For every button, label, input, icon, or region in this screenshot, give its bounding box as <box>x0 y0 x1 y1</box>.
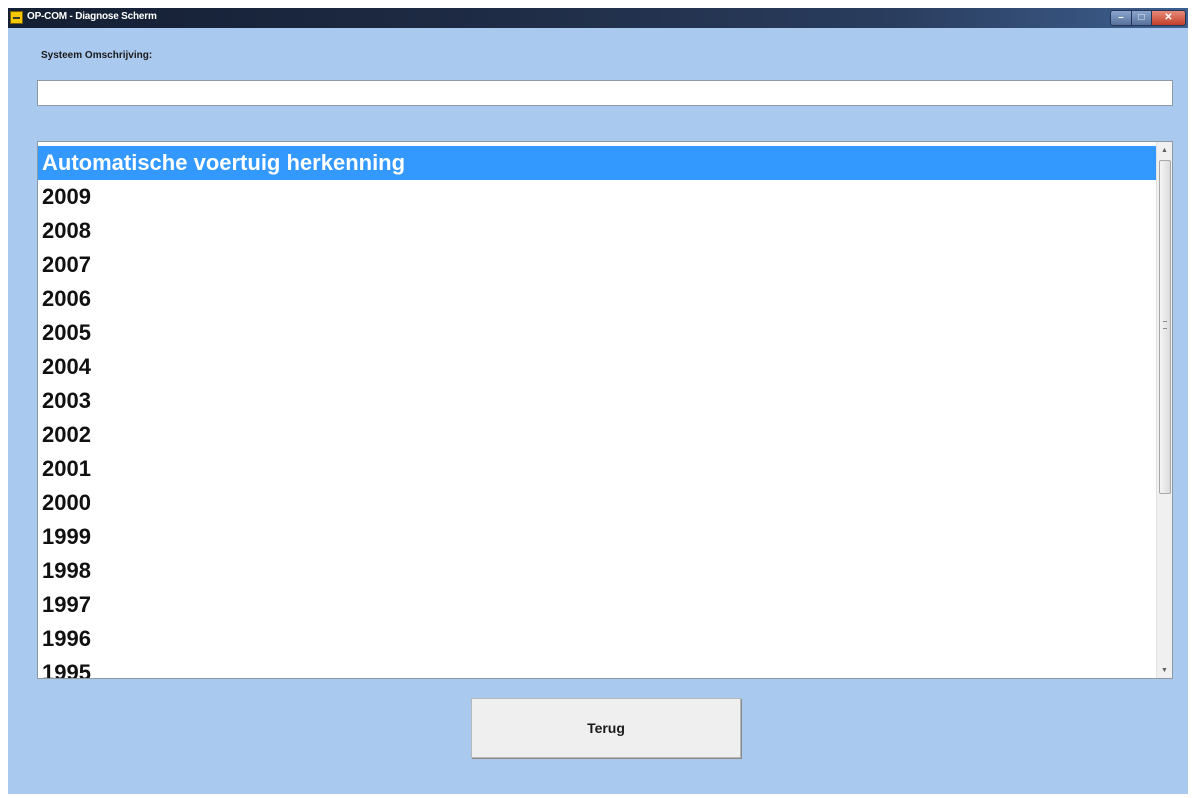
window-controls: – □ ✕ <box>1110 10 1186 26</box>
list-item-year[interactable]: 1996 <box>38 622 1156 656</box>
list-item-year[interactable]: 2000 <box>38 486 1156 520</box>
system-description-label: Systeem Omschrijving: <box>41 50 153 61</box>
arrow-down-icon: ▼ <box>1161 666 1168 674</box>
model-year-list[interactable]: Automatische voertuig herkenning 2009 2008… <box>38 146 1156 678</box>
maximize-icon: □ <box>1138 12 1145 23</box>
close-icon: ✕ <box>1164 12 1173 23</box>
list-item-year[interactable]: 2005 <box>38 316 1156 350</box>
close-button[interactable]: ✕ <box>1152 10 1186 26</box>
list-item-year[interactable]: 1998 <box>38 554 1156 588</box>
list-item-year[interactable]: 2006 <box>38 282 1156 316</box>
list-item-year[interactable]: 1997 <box>38 588 1156 622</box>
list-item-year[interactable]: 1999 <box>38 520 1156 554</box>
minimize-button[interactable]: – <box>1110 10 1132 26</box>
list-scrollbar[interactable]: ▲ ▼ <box>1156 142 1172 678</box>
list-item-year[interactable]: 2001 <box>38 452 1156 486</box>
list-item-auto-detect[interactable]: Automatische voertuig herkenning <box>38 146 1156 180</box>
window-title: OP-COM - Diagnose Scherm <box>27 11 157 22</box>
diagnose-window: OP-COM - Diagnose Scherm – □ ✕ Systeem O… <box>8 8 1188 794</box>
list-item-year[interactable]: 1995 <box>38 656 1156 678</box>
list-item-year[interactable]: 2004 <box>38 350 1156 384</box>
arrow-up-icon: ▲ <box>1161 146 1168 154</box>
list-item-year[interactable]: 2009 <box>38 180 1156 214</box>
list-item-year[interactable]: 2007 <box>38 248 1156 282</box>
back-button[interactable]: Terug <box>471 698 741 758</box>
model-year-listbox[interactable]: Automatische voertuig herkenning 2009 2008… <box>37 141 1173 679</box>
scroll-thumb[interactable] <box>1159 160 1171 494</box>
system-description-field[interactable] <box>37 80 1173 106</box>
scroll-up-button[interactable]: ▲ <box>1157 142 1172 158</box>
list-item-year[interactable]: 2002 <box>38 418 1156 452</box>
title-bar[interactable]: OP-COM - Diagnose Scherm – □ ✕ <box>8 8 1188 28</box>
maximize-button[interactable]: □ <box>1132 10 1152 26</box>
app-icon <box>10 11 23 24</box>
minimize-icon: – <box>1118 12 1124 23</box>
list-item-year[interactable]: 2003 <box>38 384 1156 418</box>
list-item-year[interactable]: 2008 <box>38 214 1156 248</box>
scroll-down-button[interactable]: ▼ <box>1157 662 1172 678</box>
